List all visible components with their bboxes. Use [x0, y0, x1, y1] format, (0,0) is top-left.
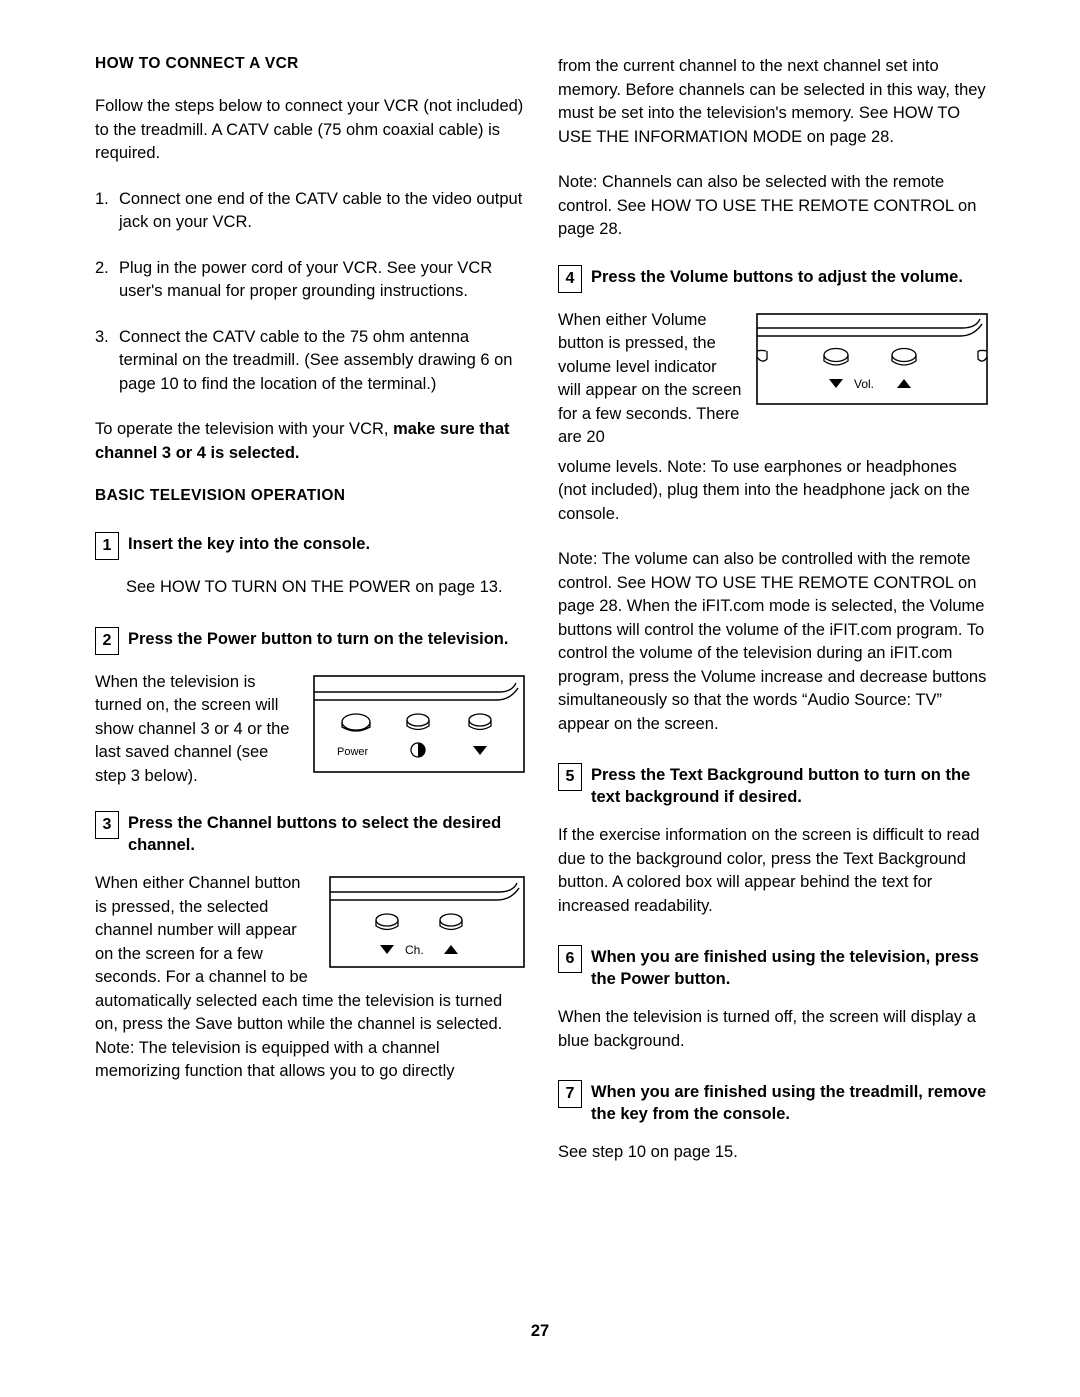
step-2-body-block: Power When the television is turned on, … — [95, 671, 525, 789]
manual-page: HOW TO CONNECT A VCR Follow the steps be… — [0, 0, 1080, 1397]
step-number-box: 1 — [95, 532, 119, 560]
step-4-body-block: Vol. When either Volume button is presse… — [558, 309, 988, 450]
page-number: 27 — [530, 1322, 550, 1340]
step-number-box: 2 — [95, 626, 119, 655]
heading-basic-television-operation: BASIC TELEVISION OPERATION — [95, 487, 346, 504]
vcr-closing-paragraph: To operate the television with your VCR,… — [95, 418, 525, 465]
console-figure-channel: Ch. — [329, 876, 525, 968]
list-item-number: 2. — [95, 258, 109, 277]
step-number-box: 3 — [95, 811, 119, 839]
left-column: HOW TO CONNECT A VCR Follow the steps be… — [95, 55, 525, 1106]
list-item-number: 3. — [95, 327, 109, 346]
power-label: Power — [337, 746, 369, 758]
vcr-closing-plain: To operate the television with your VCR, — [95, 420, 394, 438]
continuation-paragraph: from the current channel to the next cha… — [558, 57, 986, 146]
list-item: 2. Plug in the power cord of your VCR. S… — [95, 257, 525, 304]
list-item-text: Connect the CATV cable to the 75 ohm ant… — [119, 327, 513, 393]
channel-label: Ch. — [405, 943, 424, 957]
step-number-box: 7 — [558, 1080, 582, 1108]
heading-how-to-connect-vcr: HOW TO CONNECT A VCR — [95, 55, 299, 72]
step-3: 3 Press the Channel buttons to select th… — [95, 810, 525, 856]
step-number-box: 4 — [558, 264, 582, 293]
note-volume-paragraph: Note: The volume can also be controlled … — [558, 550, 987, 733]
step-6: 6 When you are finished using the televi… — [558, 944, 988, 990]
list-item: 1. Connect one end of the CATV cable to … — [95, 188, 525, 235]
step-5: 5 Press the Text Background button to tu… — [558, 762, 988, 808]
list-item-text: Connect one end of the CATV cable to the… — [119, 189, 523, 232]
step-number-box: 5 — [558, 763, 582, 791]
list-item: 3. Connect the CATV cable to the 75 ohm … — [95, 326, 525, 397]
power-console-drawing: Power — [313, 674, 525, 773]
vcr-intro-paragraph: Follow the steps below to connect your V… — [95, 97, 524, 162]
list-item-text: Plug in the power cord of your VCR. See … — [119, 258, 493, 301]
step-title: When you are finished using the treadmil… — [591, 1083, 987, 1123]
step-title: Press the Volume buttons to adjust the v… — [591, 267, 963, 286]
step-6-body: When the television is turned off, the s… — [558, 1008, 976, 1050]
step-title: When you are finished using the televisi… — [591, 948, 979, 988]
console-figure-power: Power — [313, 674, 525, 773]
step-7: 7 When you are finished using the treadm… — [558, 1079, 988, 1125]
list-item-number: 1. — [95, 189, 109, 208]
volume-console-drawing: Vol. — [756, 312, 988, 405]
step-4: 4 Press the Volume buttons to adjust the… — [558, 264, 988, 293]
step-title: Insert the key into the console. — [128, 535, 371, 553]
step-3-body-block: Ch. When either Channel button is presse… — [95, 872, 525, 1084]
channel-console-drawing: Ch. — [329, 876, 525, 968]
step-1-body: See HOW TO TURN ON THE POWER on page 13. — [126, 578, 503, 596]
step-2: 2 Press the Power button to turn on the … — [95, 626, 525, 655]
right-column: from the current channel to the next cha… — [558, 55, 988, 1187]
volume-label: Vol. — [854, 377, 874, 391]
step-title: Press the Text Background button to turn… — [591, 766, 971, 806]
step-number-box: 6 — [558, 945, 582, 973]
step-title: Press the Channel buttons to select the … — [128, 814, 502, 854]
step-4-body-rest: volume levels. Note: To use earphones or… — [558, 457, 970, 523]
step-5-body: If the exercise information on the scree… — [558, 826, 980, 915]
console-figure-volume: Vol. — [756, 312, 988, 405]
note-remote-paragraph: Note: Channels can also be selected with… — [558, 173, 977, 238]
step-title: Press the Power button to turn on the te… — [128, 629, 509, 648]
step-1: 1 Insert the key into the console. — [95, 531, 525, 560]
step-7-body: See step 10 on page 15. — [558, 1143, 738, 1161]
